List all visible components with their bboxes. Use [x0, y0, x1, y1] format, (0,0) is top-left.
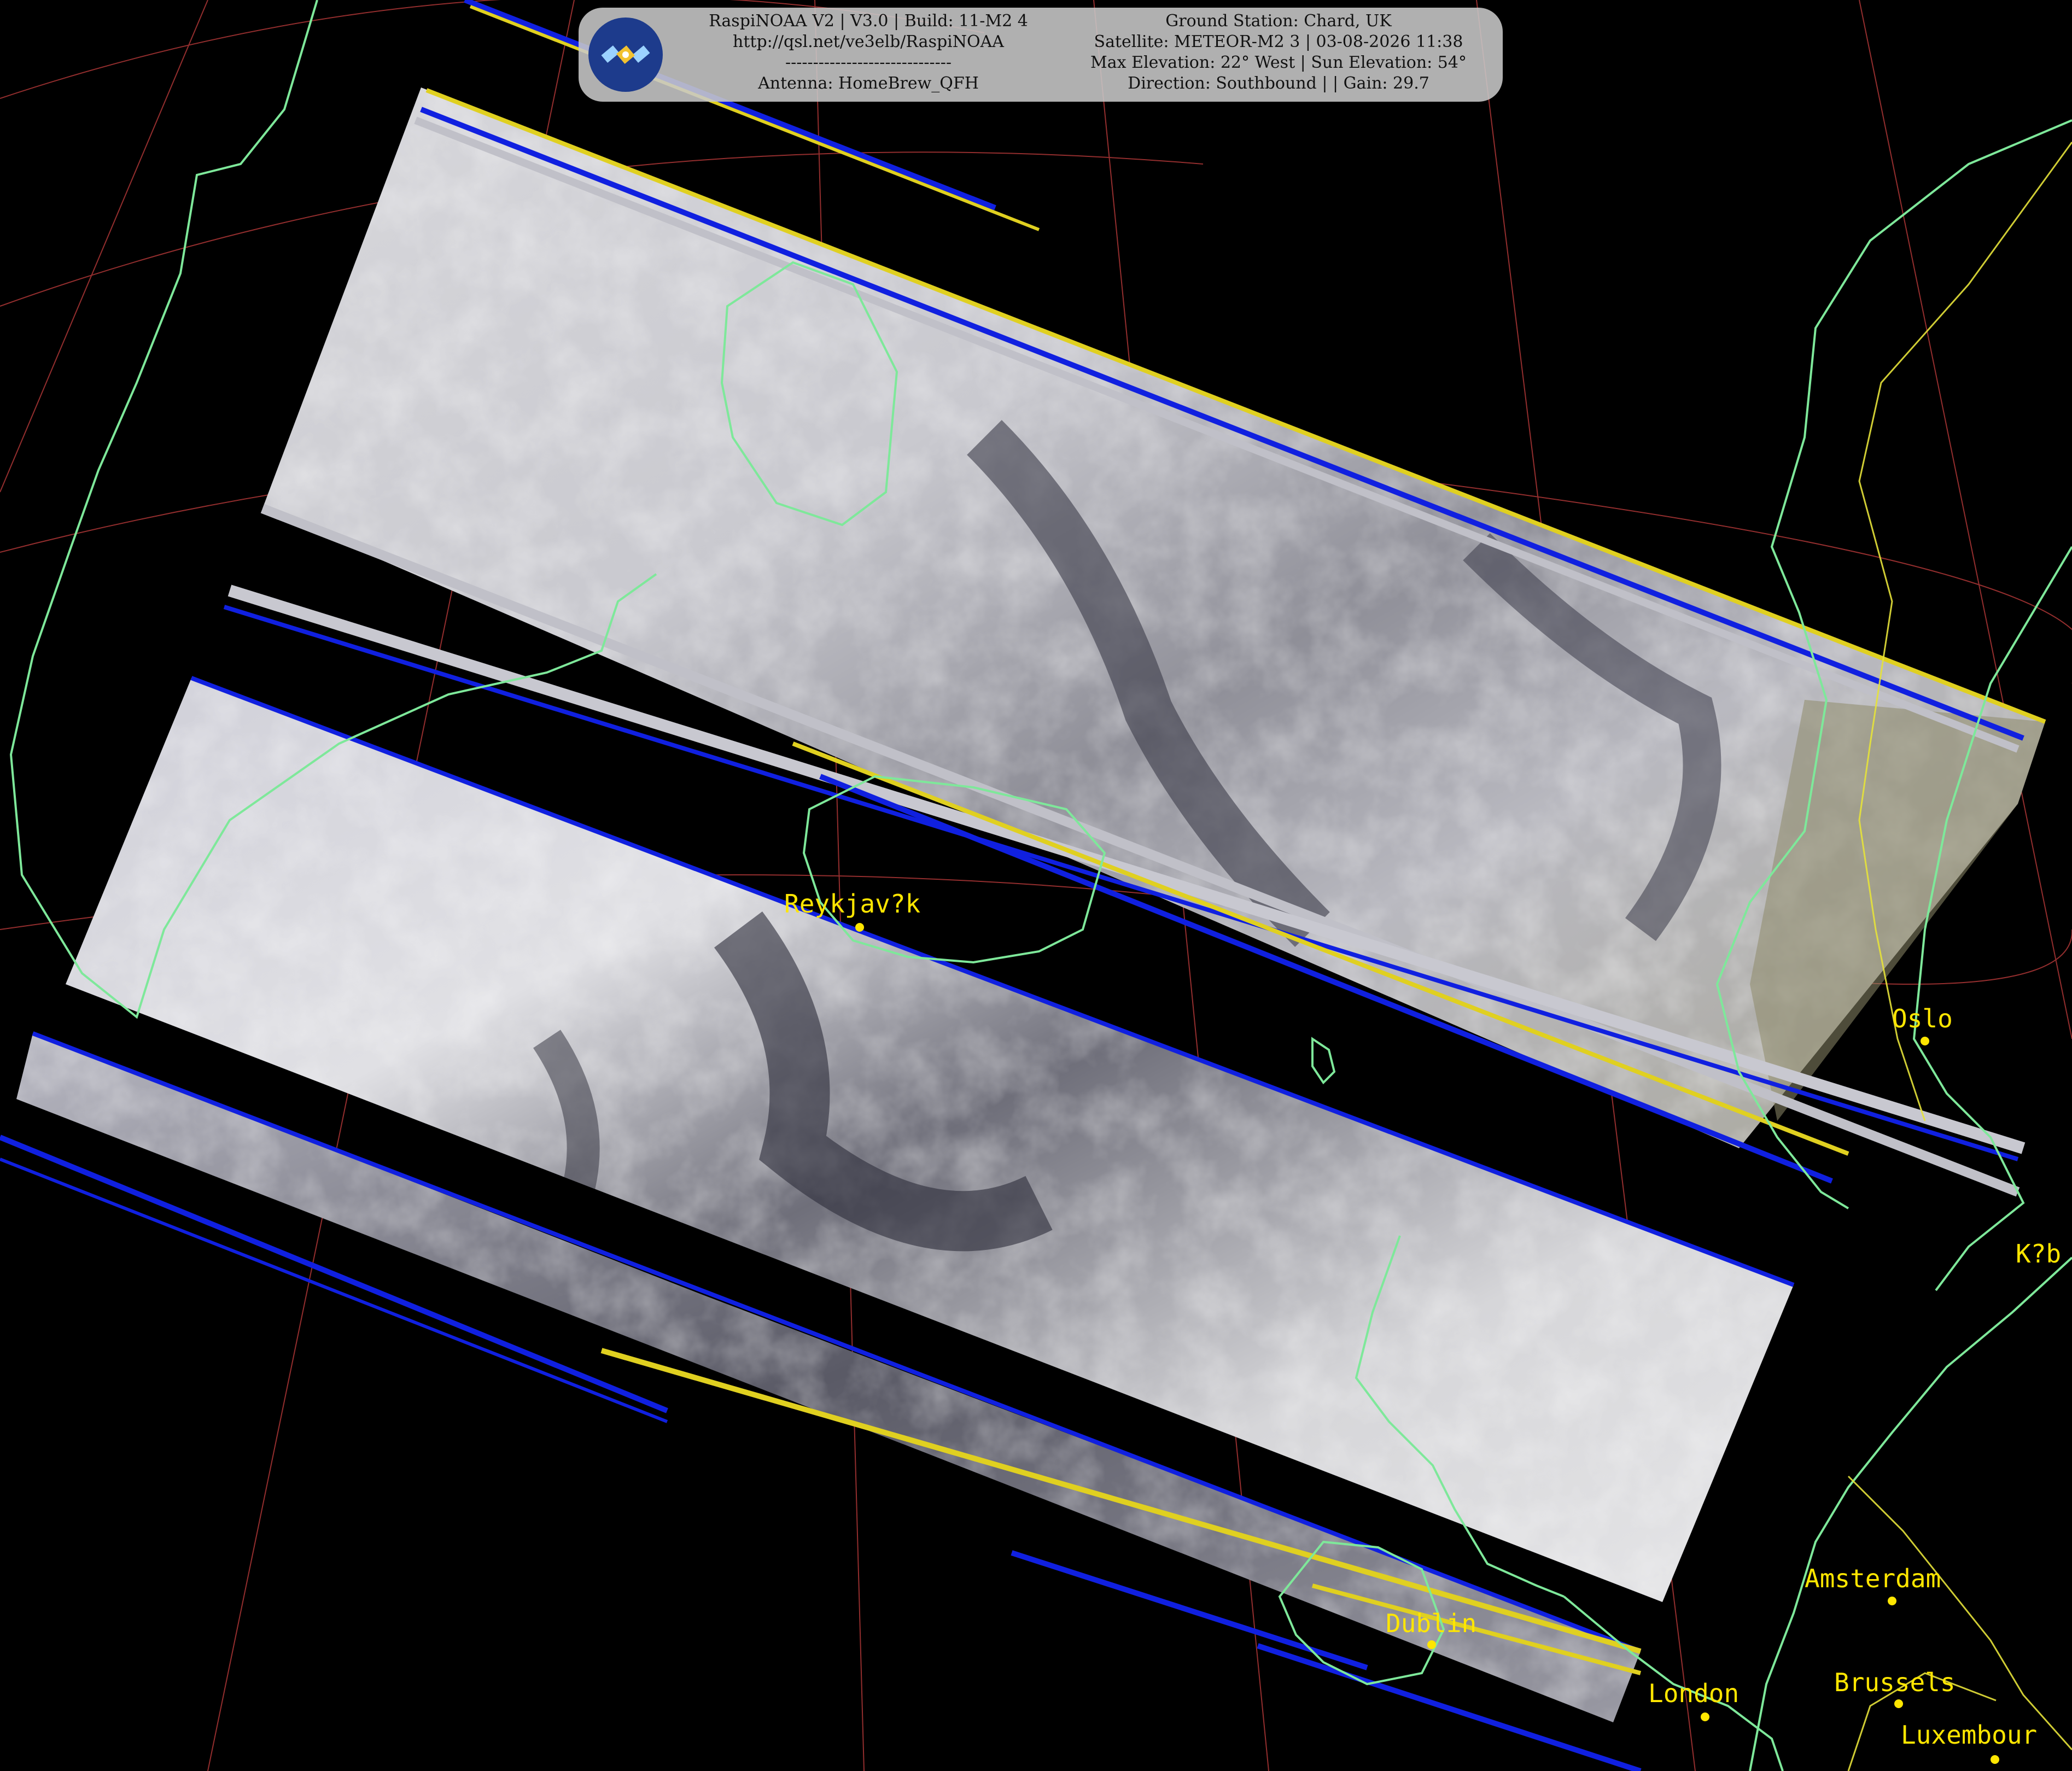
- city-marker-dublin: [1427, 1640, 1436, 1649]
- hud-url-line: http://qsl.net/ve3elb/RaspiNOAA: [733, 32, 1004, 51]
- city-label-oslo: Oslo: [1892, 1004, 1953, 1033]
- city-label-london: London: [1648, 1679, 1740, 1708]
- city-label-brussels: Brussels: [1834, 1668, 1956, 1697]
- pass-info-panel: RaspiNOAA V2 | V3.0 | Build: 11-M2 4 htt…: [579, 8, 1503, 102]
- city-marker-london: [1701, 1712, 1709, 1721]
- city-label-reykjavik: Reykjav?k: [784, 889, 921, 919]
- hud-antenna-line: Antenna: HomeBrew_QFH: [758, 74, 979, 93]
- satellite-icon: [588, 17, 663, 92]
- city-label-amsterdam: Amsterdam: [1805, 1564, 1941, 1593]
- city-marker-oslo: [1921, 1037, 1929, 1045]
- hud-satellite-line: Satellite: METEOR-M2 3 | 03-08-2026 11:3…: [1094, 32, 1463, 51]
- city-label-kobenhavn: K?b: [2016, 1239, 2062, 1269]
- hud-divider-line: ------------------------------: [785, 53, 952, 72]
- hud-software-line: RaspiNOAA V2 | V3.0 | Build: 11-M2 4: [709, 11, 1028, 31]
- city-marker-brussels: [1894, 1699, 1903, 1708]
- hud-direction-line: Direction: Southbound | | Gain: 29.7: [1128, 74, 1429, 93]
- country-borders: [1847, 142, 2072, 1771]
- city-label-dublin: Dublin: [1386, 1609, 1477, 1638]
- hud-ground-station-line: Ground Station: Chard, UK: [1165, 11, 1392, 31]
- city-label-luxembourg: Luxembour: [1901, 1720, 2038, 1750]
- hud-elevation-line: Max Elevation: 22° West | Sun Elevation:…: [1090, 53, 1467, 72]
- satellite-map: [0, 0, 2072, 1771]
- coastline-faroes: [1311, 1037, 1336, 1085]
- city-marker-luxembourg: [1991, 1755, 1999, 1764]
- city-marker-reykjavik: [855, 923, 864, 932]
- city-marker-amsterdam: [1888, 1597, 1896, 1605]
